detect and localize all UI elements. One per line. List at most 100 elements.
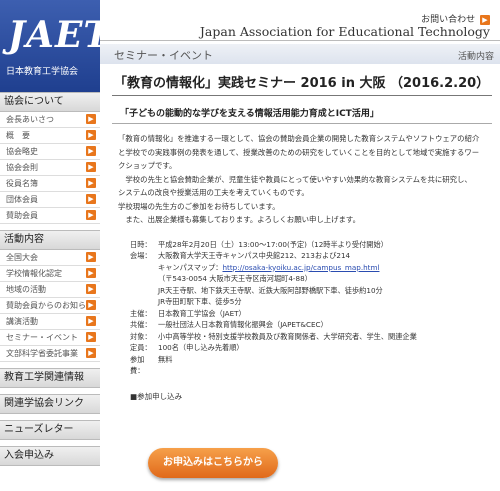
detail-value: 平成28年2月20日（土）13:00～17:00(予定)（12時半より受付開始） bbox=[158, 239, 492, 251]
detail-key: 定員： bbox=[130, 343, 152, 352]
sidebar-item[interactable]: 会長あいさつ ▶ bbox=[0, 112, 100, 128]
sidebar-item[interactable]: 団体会員 ▶ bbox=[0, 192, 100, 208]
arrow-right-icon: ▶ bbox=[86, 300, 96, 310]
detail-text: 平成28年2月20日（土）13:00～17:00(予定)（12時半より受付開始） bbox=[158, 239, 388, 249]
detail-text: JR天王寺駅、地下鉄天王寺駅、近鉄大阪阿部野橋駅下車、徒歩約10分 bbox=[158, 285, 383, 295]
sidebar-item-label: 協会会則 bbox=[6, 163, 38, 172]
detail-text: 無料 bbox=[158, 354, 173, 364]
detail-line: 小中高等学校・特別支援学校教員及び教育関係者、大学研究者、学生、関連企業 bbox=[158, 331, 492, 343]
sidebar-item[interactable]: 文部科学省委託事業 ▶ bbox=[0, 346, 100, 362]
logo[interactable]: JAET 日本教育工学協会 bbox=[0, 0, 110, 92]
detail-line: キャンパスマップ：http://osaka-kyoiku.ac.jp/campu… bbox=[158, 262, 492, 274]
section-breadcrumb: 活動内容 bbox=[457, 52, 494, 62]
sidebar-item[interactable]: 賛助会員 ▶ bbox=[0, 208, 100, 224]
sidebar-item-label: 会長あいさつ bbox=[6, 115, 54, 124]
sidebar-section-heading: 協会について bbox=[0, 92, 100, 112]
detail-value: 大阪教育大学天王寺キャンパス中央館212、213および214 キャンパスマップ：h… bbox=[158, 250, 492, 308]
detail-row: 参加費： 無料 bbox=[130, 354, 492, 377]
description: 「教育の情報化」を推進する一環として、協会の賛助会員企業の開発した教育システムや… bbox=[112, 132, 492, 227]
sidebar-item-label: 講演活動 bbox=[6, 317, 38, 326]
arrow-right-icon: ▶ bbox=[86, 316, 96, 326]
detail-line: 日本教育工学協会（JAET） bbox=[158, 308, 492, 320]
sidebar-item-label: 協会略史 bbox=[6, 147, 38, 156]
detail-value: 無料 bbox=[158, 354, 492, 377]
description-line: また、出展企業様も募集しております。よろしくお願い申し上げます。 bbox=[118, 215, 360, 224]
detail-line: 平成28年2月20日（土）13:00～17:00(予定)（12時半より受付開始） bbox=[158, 239, 492, 251]
arrow-right-icon: ▶ bbox=[86, 252, 96, 262]
sidebar-item[interactable]: 学校情報化認定 ▶ bbox=[0, 266, 100, 282]
sidebar-item[interactable]: 協会会則 ▶ bbox=[0, 160, 100, 176]
sidebar-item[interactable]: 賛助会員からのお知らせ ▶ bbox=[0, 298, 100, 314]
sidebar-section-heading[interactable]: 入会申込み bbox=[0, 446, 100, 466]
arrow-right-icon: ▶ bbox=[86, 348, 96, 358]
detail-row: 定員： 100名（申し込み先着順） bbox=[130, 342, 492, 354]
apply-button[interactable]: お申込みはこちらから bbox=[148, 448, 278, 478]
description-line: 「教育の情報化」を推進する一環として、協会の賛助会員企業の開発した教育システムや… bbox=[118, 134, 480, 143]
sidebar-item[interactable]: 講演活動 ▶ bbox=[0, 314, 100, 330]
sidebar-item[interactable]: 役員名簿 ▶ bbox=[0, 176, 100, 192]
sidebar-section-heading[interactable]: 関連学協会リンク bbox=[0, 394, 100, 414]
header-divider bbox=[100, 40, 500, 41]
divider bbox=[112, 123, 492, 124]
detail-line: 一般社団法人日本教育情報化振興会（JAPET&CEC） bbox=[158, 319, 492, 331]
sidebar-item[interactable]: 地域の活動 ▶ bbox=[0, 282, 100, 298]
sidebar-item[interactable]: 協会略史 ▶ bbox=[0, 144, 100, 160]
description-line: クショップです。 bbox=[118, 161, 177, 170]
detail-text: 大阪教育大学天王寺キャンパス中央館212、213および214 bbox=[158, 251, 351, 260]
detail-key: 参加費： bbox=[130, 354, 145, 376]
arrow-right-icon: ▶ bbox=[86, 210, 96, 220]
detail-line: JR天王寺駅、地下鉄天王寺駅、近鉄大阪阿部野橋駅下車、徒歩約10分 bbox=[158, 285, 492, 297]
sidebar: 協会について 会長あいさつ ▶ 概 要 ▶ 協会略史 ▶ 協会会則 ▶ 役員名簿 ▶ 団体会員 ▶ 賛助会… bbox=[0, 92, 100, 472]
sidebar-item[interactable]: 概 要 ▶ bbox=[0, 128, 100, 144]
detail-row: 共催： 一般社団法人日本教育情報化振興会（JAPET&CEC） bbox=[130, 319, 492, 331]
event-details: 日時： 平成28年2月20日（土）13:00～17:00(予定)（12時半より受付… bbox=[112, 239, 492, 377]
detail-key: 日時： bbox=[130, 239, 152, 249]
detail-text: キャンパスマップ： bbox=[158, 262, 223, 272]
sidebar-item-label: 学校情報化認定 bbox=[6, 269, 62, 278]
detail-line: （〒543-0054 大阪市天王寺区南河堀町4-88） bbox=[158, 273, 492, 285]
page-title: 「教育の情報化」実践セミナー 2016 in 大阪 （2016.2.20） bbox=[112, 68, 492, 96]
description-line: 学校現場の先生方のご参加をお待ちしています。 bbox=[118, 201, 280, 211]
detail-value: 日本教育工学協会（JAET） bbox=[158, 308, 492, 320]
detail-value: 一般社団法人日本教育情報化振興会（JAPET&CEC） bbox=[158, 319, 492, 331]
arrow-right-icon: ▶ bbox=[86, 332, 96, 342]
detail-line: 無料 bbox=[158, 354, 492, 366]
description-line: 学校の先生と協会賛助企業が、児童生徒や教員にとって使いやすい効果的な教育システム… bbox=[118, 174, 472, 184]
arrow-right-icon: ▶ bbox=[86, 130, 96, 140]
arrow-right-icon: ▶ bbox=[86, 268, 96, 278]
association-name: Japan Association for Educational Techno… bbox=[199, 24, 490, 39]
seminar-theme: 「子どもの能動的な学びを支える情報活用能力育成とICT活用」 bbox=[120, 109, 379, 119]
detail-key: 共催： bbox=[130, 320, 152, 329]
logo-subtitle: 日本教育工学協会 bbox=[6, 67, 79, 77]
arrow-right-icon: ▶ bbox=[86, 114, 96, 124]
sidebar-section-heading[interactable]: ニューズレター bbox=[0, 420, 100, 440]
arrow-right-icon: ▶ bbox=[86, 162, 96, 172]
detail-key: 会場： bbox=[130, 251, 152, 260]
main-content: 「教育の情報化」実践セミナー 2016 in 大阪 （2016.2.20） 「子… bbox=[112, 68, 492, 402]
sidebar-item-label: 賛助会員からのお知らせ bbox=[6, 301, 94, 310]
sidebar-item-label: セミナー・イベント bbox=[6, 333, 78, 342]
detail-text: JR寺田町駅下車、徒歩5分 bbox=[158, 297, 242, 306]
sidebar-item[interactable]: セミナー・イベント ▶ bbox=[0, 330, 100, 346]
detail-text: 日本教育工学協会（JAET） bbox=[158, 308, 246, 318]
detail-line: 大阪教育大学天王寺キャンパス中央館212、213および214 bbox=[158, 250, 492, 262]
campus-map-link[interactable]: http://osaka-kyoiku.ac.jp/campus_map.htm… bbox=[222, 263, 379, 272]
apply-heading: ■参加申し込み bbox=[130, 391, 183, 401]
logo-text: JAET bbox=[8, 14, 112, 56]
sidebar-item-label: 賛助会員 bbox=[6, 211, 38, 220]
sidebar-item-label: 文部科学省委託事業 bbox=[6, 349, 78, 358]
detail-value: 小中高等学校・特別支援学校教員及び教育関係者、大学研究者、学生、関連企業 bbox=[158, 331, 492, 343]
sidebar-section-heading: 活動内容 bbox=[0, 230, 100, 250]
section-banner: セミナー・イベント 活動内容 bbox=[100, 44, 500, 64]
detail-line: JR寺田町駅下車、徒歩5分 bbox=[158, 296, 492, 308]
detail-key: 対象： bbox=[130, 331, 152, 341]
detail-key: 主催： bbox=[130, 308, 152, 318]
detail-text: 小中高等学校・特別支援学校教員及び教育関係者、大学研究者、学生、関連企業 bbox=[158, 331, 417, 341]
sidebar-section-heading[interactable]: 教育工学関連情報 bbox=[0, 368, 100, 388]
sidebar-item[interactable]: 全国大会 ▶ bbox=[0, 250, 100, 266]
description-line: と学校での実践事例の発表を通して、授業改善のための研究をしていくことを目的として… bbox=[118, 147, 480, 157]
detail-text: （〒543-0054 大阪市天王寺区南河堀町4-88） bbox=[158, 274, 312, 283]
arrow-right-icon: ▶ bbox=[86, 146, 96, 156]
detail-value: 100名（申し込み先着順） bbox=[158, 342, 492, 354]
